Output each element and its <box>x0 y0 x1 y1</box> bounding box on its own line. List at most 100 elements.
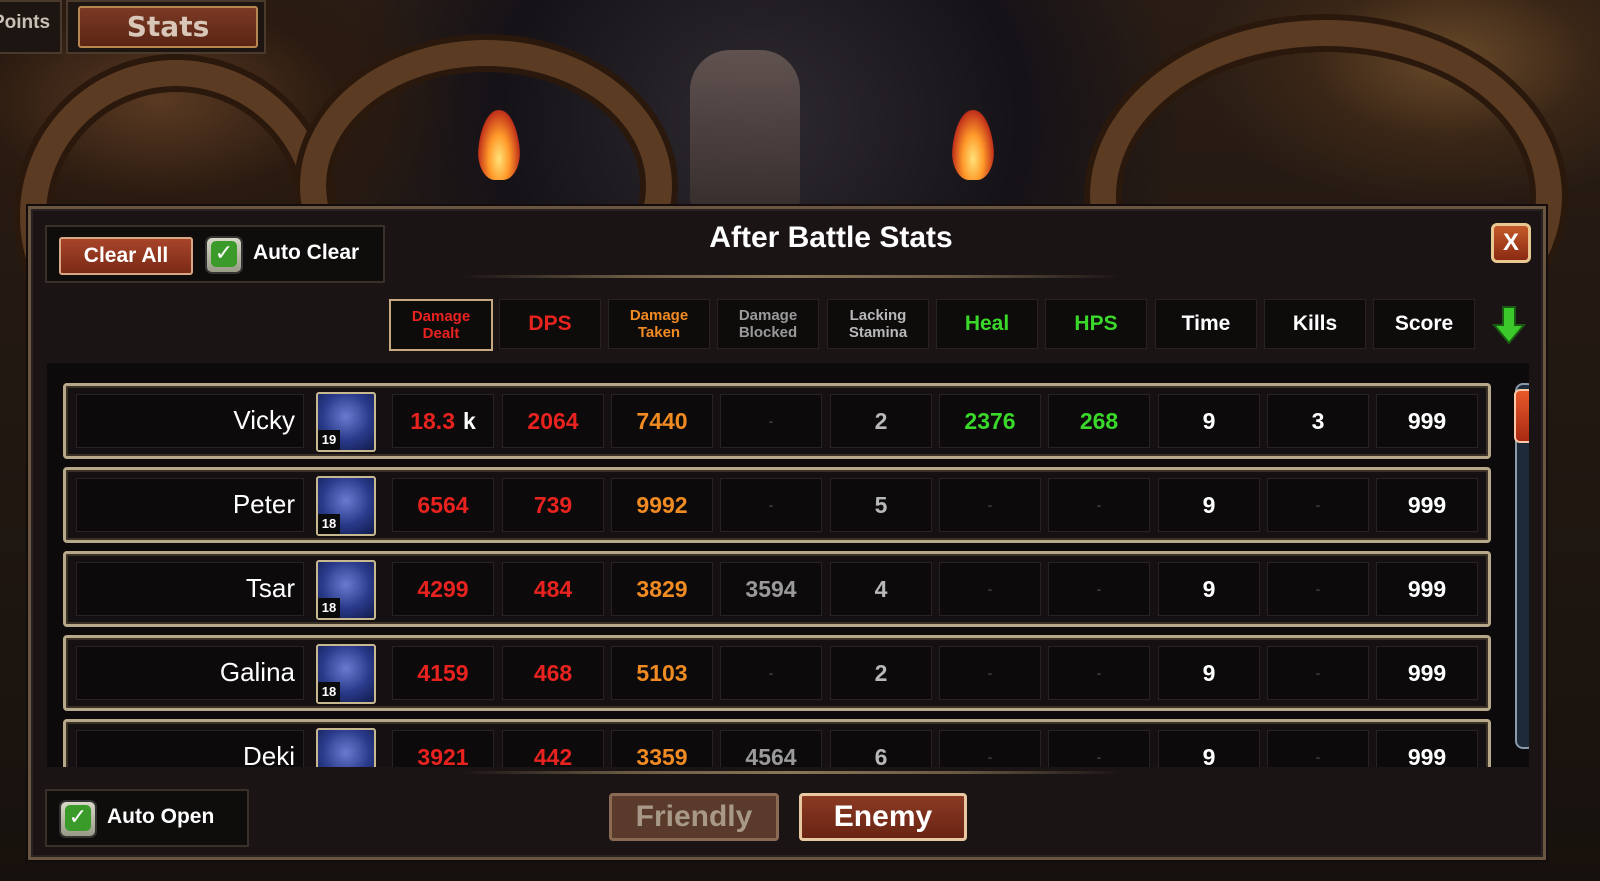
stat-cell: 268 <box>1048 394 1150 448</box>
hero-name: Galina <box>219 657 295 687</box>
auto-open-toolbar: ✓ Auto Open <box>45 789 249 847</box>
column-header[interactable]: Kills <box>1264 299 1366 349</box>
column-header-label: Kills <box>1293 312 1337 336</box>
enemy-tab-button[interactable]: Enemy <box>799 793 967 841</box>
auto-clear-label: Auto Clear <box>253 241 360 264</box>
stat-cell: 999 <box>1376 478 1478 532</box>
elf-portrait-icon[interactable]: 18 <box>316 644 376 704</box>
sort-down-arrow-icon[interactable] <box>1491 305 1527 345</box>
stat-cell: - <box>1048 562 1150 616</box>
knight-statue-icon <box>690 50 800 210</box>
column-header[interactable]: Damage Blocked <box>717 299 819 349</box>
column-header[interactable]: Lacking Stamina <box>827 299 929 349</box>
stat-cell: 999 <box>1376 394 1478 448</box>
damage-dealt-cell: 18.3 k <box>392 394 494 448</box>
stat-cell: - <box>1267 646 1369 700</box>
column-header-line1: Lacking <box>849 307 907 324</box>
stat-cell: 999 <box>1376 562 1478 616</box>
hero-name-cell: Peter <box>76 478 304 532</box>
stat-cell: - <box>1048 478 1150 532</box>
goblin-portrait-icon[interactable] <box>316 728 376 767</box>
close-button[interactable]: X <box>1491 223 1531 263</box>
stat-cell: - <box>939 646 1041 700</box>
stat-cell: 9 <box>1158 730 1260 767</box>
auto-open-label: Auto Open <box>107 805 215 828</box>
stat-cell: - <box>1267 730 1369 767</box>
column-header-line1: Heal <box>964 312 1010 335</box>
stat-cell: 2 <box>830 394 932 448</box>
column-header[interactable]: DPS <box>499 299 601 349</box>
stats-tab[interactable]: Stats <box>66 0 266 54</box>
column-header-line1: Score <box>1394 312 1454 335</box>
column-header[interactable]: Score <box>1373 299 1475 349</box>
damage-dealt-cell: 3921 <box>392 730 494 767</box>
hero-level-badge: 18 <box>318 598 340 618</box>
stat-cell: 739 <box>502 478 604 532</box>
damage-dealt-value: 3921 <box>417 743 469 768</box>
stat-cell: - <box>1267 562 1369 616</box>
friendly-tab-button[interactable]: Friendly <box>609 793 779 841</box>
checkmark-icon: ✓ <box>211 241 237 267</box>
table-row[interactable]: Peter 18 6564 739 9992-5- -9-999 <box>63 467 1491 543</box>
column-header-label: Lacking Stamina <box>849 307 907 341</box>
stat-cell: - <box>1048 730 1150 767</box>
wolf-portrait-icon[interactable]: 18 <box>316 560 376 620</box>
hero-level-badge: 18 <box>318 514 340 534</box>
table-row[interactable]: Galina 18 4159 468 5103-2- -9-999 <box>63 635 1491 711</box>
stat-cell: 9 <box>1158 562 1260 616</box>
stat-cell: 2064 <box>502 394 604 448</box>
stat-cell: 3 <box>1267 394 1369 448</box>
stat-cell: 7440 <box>611 394 713 448</box>
stat-cell: - <box>939 478 1041 532</box>
column-header[interactable]: Time <box>1155 299 1257 349</box>
column-header[interactable]: Damage Taken <box>608 299 710 349</box>
column-header[interactable]: HPS <box>1045 299 1147 349</box>
scrollbar-thumb[interactable] <box>1514 389 1529 443</box>
column-header-line1: Damage <box>411 308 471 325</box>
points-tab[interactable]: Points <box>0 0 62 54</box>
bottom-divider <box>461 771 1121 774</box>
stat-cell: 4564 <box>720 730 822 767</box>
hero-name: Deki <box>242 741 295 767</box>
column-header-label: Damage Taken <box>630 307 688 341</box>
damage-dealt-value: 18.3 <box>410 407 455 434</box>
auto-clear-checkbox[interactable]: ✓ <box>205 236 243 274</box>
panel-title: After Battle Stats <box>709 221 953 254</box>
stat-cell: - <box>720 646 822 700</box>
stat-cell: 2 <box>830 646 932 700</box>
table-row[interactable]: Vicky 19 18.3 k 2064 7440-2 2376 268 9 3 999 <box>63 383 1491 459</box>
stat-cell: 468 <box>502 646 604 700</box>
column-header-label: Damage Dealt <box>412 308 470 342</box>
mage-portrait-icon[interactable]: 19 <box>316 392 376 452</box>
stat-cell: - <box>1267 478 1369 532</box>
hero-level-badge: 19 <box>318 430 340 450</box>
damage-dealt-cell: 6564 <box>392 478 494 532</box>
hero-name-cell: Deki <box>76 730 304 767</box>
stat-cell: 442 <box>502 730 604 767</box>
column-header-label: Time <box>1182 312 1231 336</box>
goblin-warrior-portrait-icon[interactable]: 18 <box>316 476 376 536</box>
clear-toolbar: Clear All ✓ Auto Clear <box>45 225 385 283</box>
auto-open-checkbox[interactable]: ✓ <box>59 800 97 838</box>
column-header[interactable]: Heal <box>936 299 1038 349</box>
stat-cell: 999 <box>1376 730 1478 767</box>
column-header-label: Heal <box>965 312 1009 336</box>
checkmark-icon: ✓ <box>65 805 91 831</box>
column-header-line1: Kills <box>1292 312 1338 335</box>
stat-cell: 9 <box>1158 646 1260 700</box>
damage-dealt-value: 4299 <box>417 575 469 602</box>
column-header-line1: Time <box>1181 312 1231 335</box>
damage-dealt-value: 4159 <box>417 659 469 686</box>
table-row[interactable]: Tsar 18 4299 484 3829 3594 4- -9-999 <box>63 551 1491 627</box>
hero-name-cell: Vicky <box>76 394 304 448</box>
clear-all-button[interactable]: Clear All <box>59 237 193 275</box>
stat-cell: - <box>720 478 822 532</box>
column-header-line1: DPS <box>528 312 572 335</box>
column-header[interactable]: Damage Dealt <box>389 299 493 351</box>
torch-flame-icon <box>478 110 520 180</box>
table-row[interactable]: Deki 3921 442 3359 4564 6- -9-999 <box>63 719 1491 767</box>
damage-dealt-value: 6564 <box>417 491 469 518</box>
hero-name-cell: Tsar <box>76 562 304 616</box>
table-scrollbar[interactable] <box>1514 383 1529 749</box>
stat-cell: 4 <box>830 562 932 616</box>
